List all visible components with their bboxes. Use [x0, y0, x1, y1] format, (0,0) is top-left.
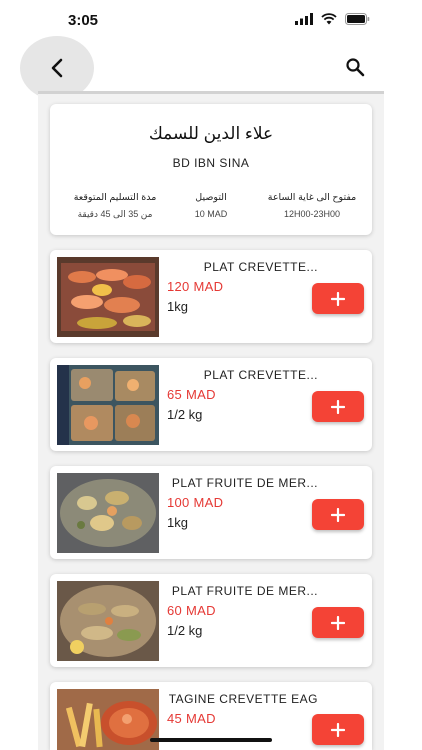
battery-icon	[345, 13, 370, 25]
product-price: 100 MAD	[167, 495, 224, 510]
product-quantity: 1kg	[167, 515, 188, 530]
product-name: TAGINE CREVETTE EAG	[168, 692, 318, 706]
product-price: 120 MAD	[167, 279, 224, 294]
product-card[interactable]: PLAT CREVETTE... 65 MAD 1/2 kg	[50, 358, 372, 451]
add-to-cart-button[interactable]	[312, 283, 364, 314]
wifi-icon	[321, 13, 337, 25]
signal-icon	[295, 13, 313, 25]
product-price: 60 MAD	[167, 603, 216, 618]
plus-icon	[331, 722, 345, 737]
status-icons	[295, 13, 370, 25]
delivery-fee: التوصيل 10 MAD	[178, 192, 244, 219]
opening-hours: مفتوح الى غاية الساعة 12H00-23H00	[262, 192, 362, 219]
product-price: 65 MAD	[167, 387, 216, 402]
add-to-cart-button[interactable]	[312, 607, 364, 638]
product-name: PLAT CREVETTE...	[203, 368, 318, 382]
plus-icon	[331, 291, 345, 306]
delivery-time: مدة التسليم المتوقعة من 35 الى 45 دقيقة	[58, 192, 172, 220]
status-bar: 3:05	[0, 0, 422, 40]
product-image	[57, 365, 159, 445]
product-price: 45 MAD	[167, 711, 216, 726]
status-time: 3:05	[68, 12, 99, 29]
delivery-time-label: مدة التسليم المتوقعة	[73, 192, 157, 203]
add-to-cart-button[interactable]	[312, 391, 364, 422]
product-image	[57, 473, 159, 553]
plus-icon	[331, 399, 345, 414]
restaurant-info-card: علاء الدين للسمك BD IBN SINA مفتوح الى غ…	[50, 104, 372, 235]
product-name: PLAT FRUITE DE MER...	[171, 476, 318, 490]
product-quantity: 1/2 kg	[167, 623, 203, 638]
search-button[interactable]	[343, 55, 367, 79]
product-quantity: 1kg	[167, 299, 188, 314]
opening-hours-label: مفتوح الى غاية الساعة	[267, 192, 357, 203]
product-image	[57, 689, 159, 750]
product-card[interactable]: PLAT CREVETTE... 120 MAD 1kg	[50, 250, 372, 343]
delivery-fee-label: التوصيل	[195, 192, 227, 203]
add-to-cart-button[interactable]	[312, 499, 364, 530]
product-quantity: 1/2 kg	[167, 407, 203, 422]
opening-hours-value: 12H00-23H00	[283, 209, 341, 219]
restaurant-address: BD IBN SINA	[172, 156, 250, 170]
chevron-left-icon	[51, 58, 63, 78]
add-to-cart-button[interactable]	[312, 714, 364, 745]
search-icon	[346, 58, 365, 77]
product-name: PLAT FRUITE DE MER...	[171, 584, 318, 598]
restaurant-name: علاء الدين للسمك	[148, 124, 274, 143]
product-name: PLAT CREVETTE...	[203, 260, 318, 274]
plus-icon	[331, 615, 345, 630]
product-card[interactable]: PLAT FRUITE DE MER... 100 MAD 1kg	[50, 466, 372, 559]
home-indicator[interactable]	[150, 738, 272, 742]
product-card[interactable]: PLAT FRUITE DE MER... 60 MAD 1/2 kg	[50, 574, 372, 667]
delivery-fee-value: 10 MAD	[194, 209, 228, 219]
product-image	[57, 257, 159, 337]
plus-icon	[331, 507, 345, 522]
product-image	[57, 581, 159, 661]
delivery-time-value: من 35 الى 45 دقيقة	[77, 209, 153, 219]
